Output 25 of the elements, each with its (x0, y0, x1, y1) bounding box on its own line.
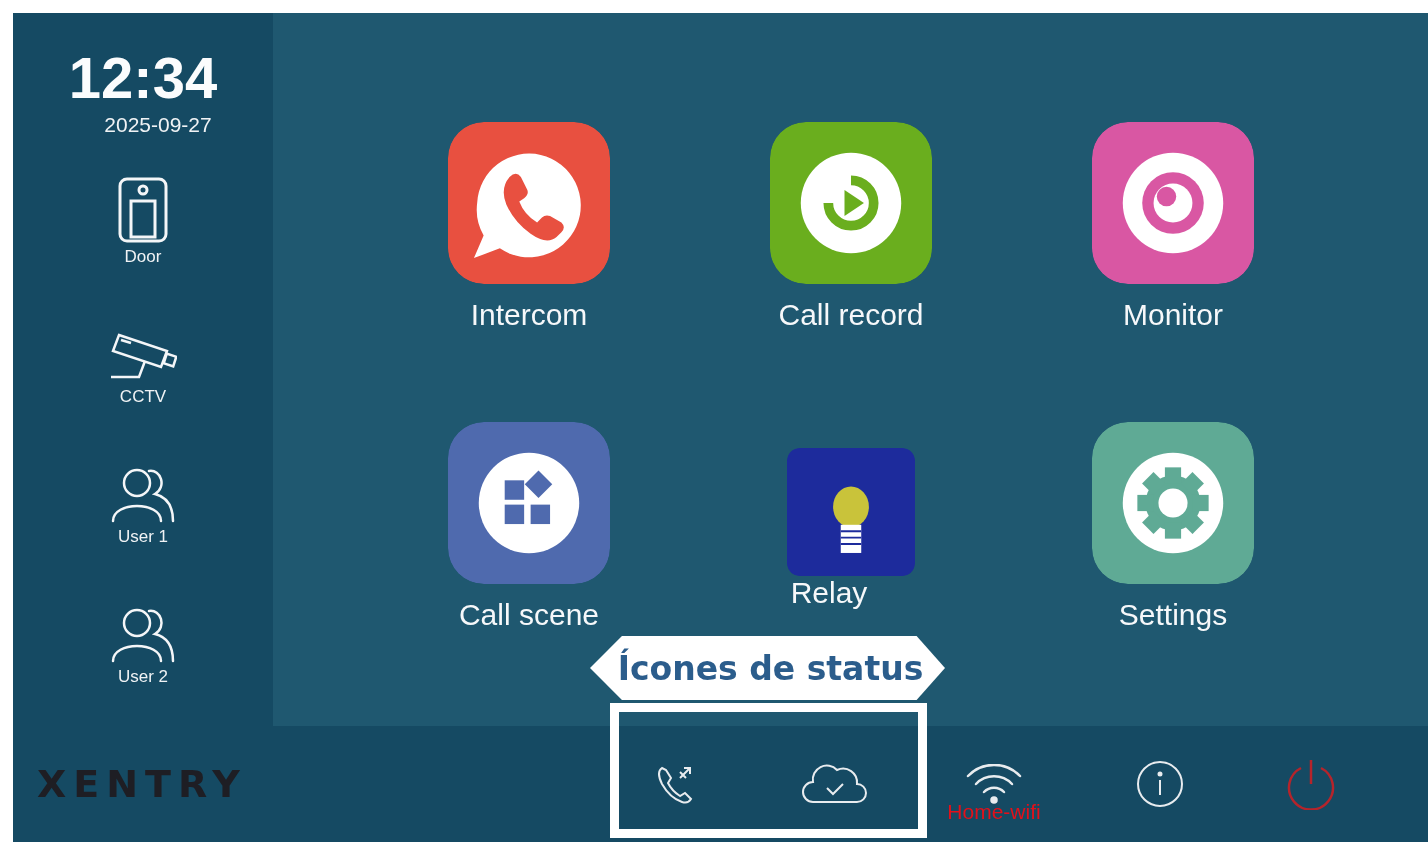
wifi-button[interactable] (965, 764, 1023, 804)
sidebar-item[interactable]: User 1 (83, 407, 203, 547)
clock-time: 12:34 (68, 49, 218, 107)
info-icon (1136, 760, 1184, 808)
app-button[interactable]: Call scene (448, 422, 610, 632)
sidebar-item[interactable]: Door (83, 157, 203, 267)
cloud-check-icon (801, 762, 869, 806)
power-icon (1285, 758, 1337, 810)
app-button[interactable]: Monitor (1092, 122, 1254, 332)
sidebar-item[interactable]: User 2 (83, 547, 203, 687)
app-button[interactable]: Settings (1092, 422, 1254, 632)
app-button[interactable]: Relay (787, 422, 915, 610)
sidebar-item[interactable]: CCTV (83, 267, 203, 407)
wifi-name: Home-wifi (947, 800, 1041, 824)
brand-logo: XENTRY (37, 762, 247, 806)
app-button[interactable]: Call record (770, 122, 932, 332)
users-icon (109, 607, 177, 663)
app-button[interactable]: Intercom (448, 122, 610, 332)
cloud-button[interactable] (801, 762, 869, 806)
door-icon (118, 177, 168, 243)
info-button[interactable] (1136, 760, 1184, 808)
wifi-icon (965, 764, 1023, 804)
annotation-callout: Ícones de status (590, 636, 945, 700)
clock-date: 2025-09-27 (104, 113, 212, 137)
users-icon (109, 467, 177, 523)
